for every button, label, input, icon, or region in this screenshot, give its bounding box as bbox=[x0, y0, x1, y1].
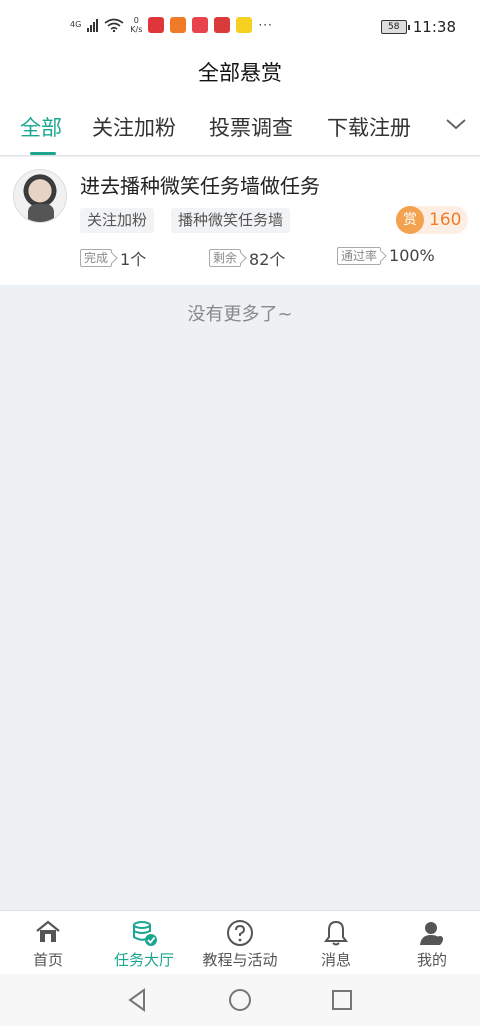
wifi-icon bbox=[104, 18, 124, 32]
recent-apps-icon[interactable] bbox=[329, 987, 355, 1013]
app-notification-icon bbox=[236, 17, 253, 33]
battery-icon: 58 bbox=[380, 20, 410, 34]
app-notification-icon bbox=[148, 17, 165, 33]
reward-badge: 赏 160 bbox=[396, 206, 468, 234]
nav-profile[interactable]: 我的 bbox=[384, 911, 480, 975]
status-bar: 4G 0 K/s ··· 58 11:38 bbox=[0, 0, 480, 54]
clock: 11:38 bbox=[412, 18, 456, 36]
task-tag: 播种微笑任务墙 bbox=[171, 208, 291, 233]
nav-label: 首页 bbox=[32, 951, 63, 969]
app-notification-icon bbox=[192, 17, 209, 33]
home-circle-icon[interactable] bbox=[227, 987, 253, 1013]
more-notifications-icon: ··· bbox=[258, 18, 273, 32]
status-bar-left: 4G 0 K/s ··· bbox=[70, 16, 273, 34]
bell-icon bbox=[324, 920, 348, 946]
app-header: 全部悬赏 bbox=[0, 54, 480, 94]
bottom-nav: 首页 任务大厅 教程与活动 消息 我的 bbox=[0, 910, 480, 974]
tab-vote-survey[interactable]: 投票调查 bbox=[209, 112, 293, 142]
nav-label: 教程与活动 bbox=[202, 951, 278, 969]
tab-all[interactable]: 全部 bbox=[20, 112, 62, 142]
active-tab-indicator bbox=[30, 152, 56, 155]
nav-home[interactable]: 首页 bbox=[0, 911, 96, 975]
stat-label: 通过率 bbox=[337, 246, 382, 265]
reward-icon: 赏 bbox=[396, 206, 424, 234]
nav-label: 消息 bbox=[320, 951, 351, 969]
network-speed: 0 K/s bbox=[130, 16, 142, 34]
status-bar-right: 58 11:38 bbox=[380, 18, 456, 36]
stat-label: 完成 bbox=[80, 249, 113, 267]
tab-follow-fans[interactable]: 关注加粉 bbox=[92, 112, 176, 142]
task-hall-icon bbox=[133, 921, 157, 946]
stat-pass-rate: 通过率 100% bbox=[337, 246, 435, 265]
stat-value: 82个 bbox=[249, 250, 286, 269]
tab-fade bbox=[414, 94, 432, 154]
task-title: 进去播种微笑任务墙做任务 bbox=[80, 174, 320, 198]
nav-label: 我的 bbox=[416, 951, 447, 969]
profile-icon bbox=[420, 922, 443, 945]
home-icon bbox=[36, 920, 60, 942]
avatar bbox=[13, 169, 67, 223]
system-nav-bar bbox=[0, 974, 480, 1026]
app-notification-icon bbox=[170, 17, 187, 33]
stat-label: 剩余 bbox=[209, 249, 242, 267]
category-tabs: 全部 关注加粉 投票调查 下载注册 bbox=[0, 94, 480, 156]
stat-completed: 完成 1个 bbox=[80, 246, 146, 270]
chevron-down-icon bbox=[446, 119, 466, 130]
expand-tabs-button[interactable] bbox=[432, 94, 480, 154]
nav-task-hall[interactable]: 任务大厅 bbox=[96, 911, 192, 975]
nav-tutorials-events[interactable]: 教程与活动 bbox=[192, 911, 288, 975]
task-card[interactable]: 进去播种微笑任务墙做任务 关注加粉 播种微笑任务墙 赏 160 完成 1个 剩余… bbox=[0, 157, 480, 285]
task-tag: 关注加粉 bbox=[80, 208, 155, 233]
page-title: 全部悬赏 bbox=[198, 61, 282, 85]
nav-label: 任务大厅 bbox=[113, 951, 174, 969]
list-end-text: 没有更多了~ bbox=[187, 304, 293, 325]
speed-value: 0 bbox=[133, 16, 139, 25]
reward-amount: 160 bbox=[429, 210, 462, 230]
app-notification-icon bbox=[214, 17, 231, 33]
stat-value: 100% bbox=[389, 246, 435, 265]
signal-icon bbox=[87, 18, 99, 32]
stat-remaining: 剩余 82个 bbox=[209, 246, 285, 270]
back-icon[interactable] bbox=[125, 987, 151, 1013]
nav-messages[interactable]: 消息 bbox=[288, 911, 384, 975]
speed-unit: K/s bbox=[130, 25, 143, 34]
stat-value: 1个 bbox=[120, 250, 147, 269]
network-type: 4G bbox=[70, 20, 82, 29]
tab-download-register[interactable]: 下载注册 bbox=[327, 112, 411, 142]
help-icon bbox=[227, 920, 253, 946]
